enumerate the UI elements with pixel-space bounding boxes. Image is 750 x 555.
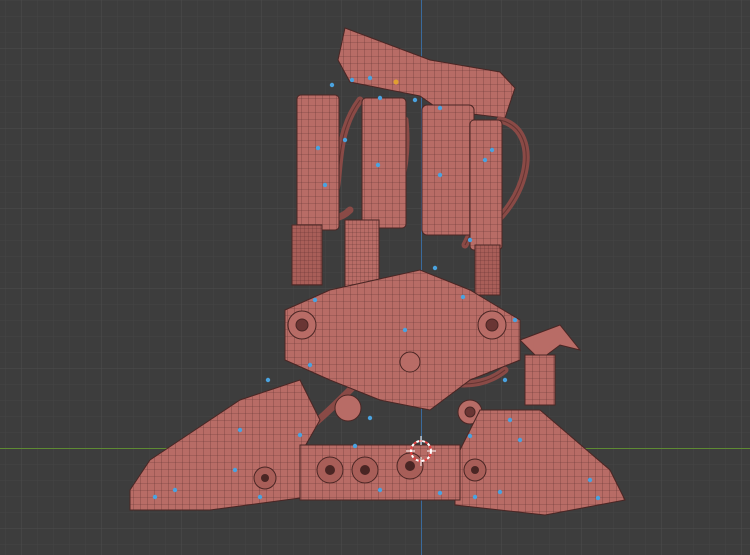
active-vertex (393, 79, 399, 85)
3d-viewport[interactable] (0, 0, 750, 555)
central-body (284, 269, 582, 411)
mech-legs-model[interactable] (0, 0, 750, 555)
upper-cylinders (296, 94, 503, 251)
